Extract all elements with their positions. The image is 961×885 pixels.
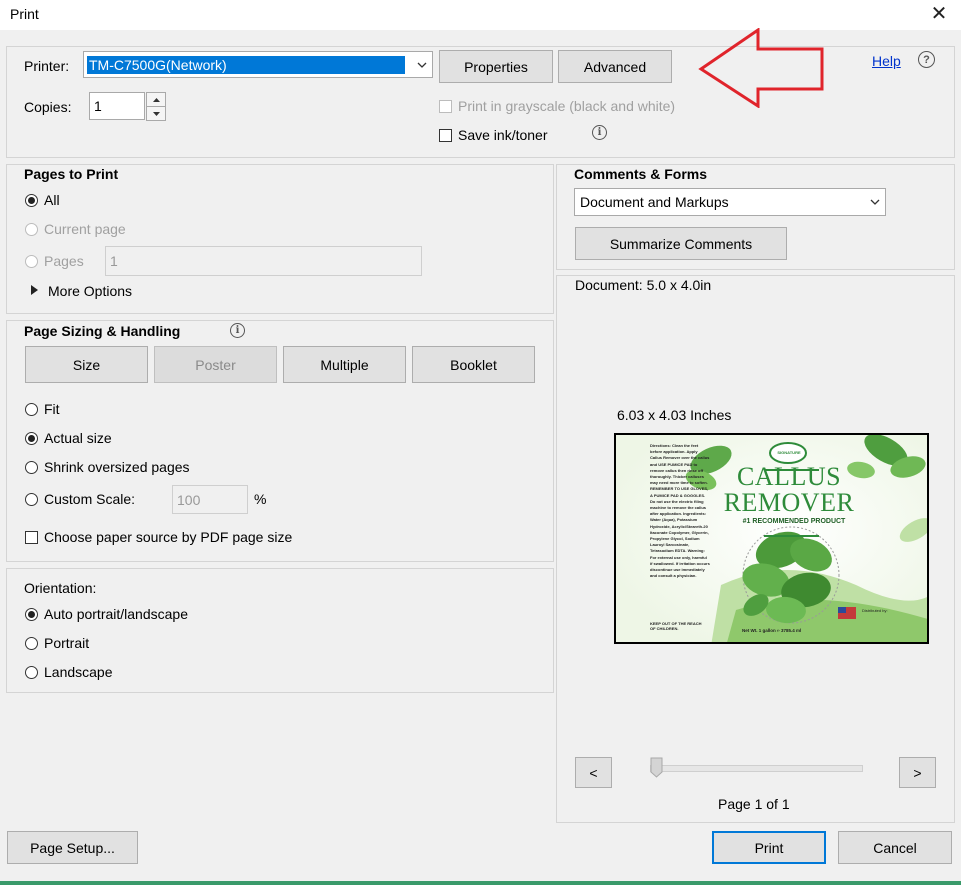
auto-orientation-label: Auto portrait/landscape — [44, 606, 188, 622]
help-icon[interactable]: ? — [918, 51, 935, 68]
current-page-label: Current page — [44, 221, 126, 237]
properties-button[interactable]: Properties — [439, 50, 553, 83]
actual-size-radio[interactable] — [25, 432, 38, 445]
percent-label: % — [254, 491, 267, 507]
print-button[interactable]: Print — [712, 831, 826, 864]
window-bottom-border — [0, 881, 961, 885]
label-title-line1: CALLUS — [736, 462, 842, 491]
paper-source-checkbox[interactable] — [25, 531, 38, 544]
copies-stepper[interactable] — [146, 92, 166, 121]
poster-button[interactable]: Poster — [154, 346, 277, 383]
previous-page-button[interactable]: < — [575, 757, 612, 788]
custom-scale-label: Custom Scale: — [44, 491, 136, 507]
label-keep-out: KEEP OUT OF THE REACH OF CHILDREN. — [650, 621, 702, 631]
grayscale-label: Print in grayscale (black and white) — [458, 98, 676, 114]
pages-to-print-heading: Pages to Print — [24, 166, 119, 182]
fit-radio[interactable] — [25, 403, 38, 416]
label-subtitle: #1 RECOMMENDED PRODUCT — [742, 518, 846, 525]
printer-select-value: TM-C7500G(Network) — [86, 54, 406, 75]
multiple-button[interactable]: Multiple — [283, 346, 406, 383]
pages-label: Pages — [44, 253, 84, 269]
preview-page: SIGNATURE CALLUS REMOVER #1 RECOMMENDED … — [614, 433, 929, 644]
help-link[interactable]: Help — [872, 53, 901, 69]
comments-select[interactable]: Document and Markups — [574, 188, 886, 216]
pages-range-input[interactable]: 1 — [105, 246, 422, 276]
current-page-radio[interactable] — [25, 223, 38, 236]
all-label: All — [44, 192, 60, 208]
arrow-left-icon — [698, 28, 824, 108]
copies-label: Copies: — [24, 99, 72, 115]
label-net-wt: Net Wt. 1 gallon ℮ 3785.4 ml — [742, 628, 802, 633]
save-ink-checkbox[interactable] — [439, 129, 452, 142]
page-size-label: 6.03 x 4.03 Inches — [617, 407, 732, 423]
page-slider-thumb[interactable] — [650, 757, 663, 778]
landscape-label: Landscape — [44, 664, 113, 680]
landscape-radio[interactable] — [25, 666, 38, 679]
window-title: Print — [10, 6, 39, 22]
page-sizing-heading: Page Sizing & Handling — [24, 323, 181, 339]
next-page-button[interactable]: > — [899, 757, 936, 788]
custom-scale-input[interactable]: 100 — [172, 485, 248, 514]
label-logo-text: SIGNATURE — [777, 450, 801, 455]
save-ink-label: Save ink/toner — [458, 127, 548, 143]
portrait-label: Portrait — [44, 635, 90, 651]
stepper-down-icon[interactable] — [146, 107, 166, 121]
info-icon[interactable]: i — [230, 323, 245, 338]
custom-scale-radio[interactable] — [25, 493, 38, 506]
label-directions: Directions: Clean the feet before applic… — [650, 443, 710, 579]
close-icon[interactable]: ✕ — [927, 3, 951, 25]
document-size-label: Document: 5.0 x 4.0in — [575, 277, 712, 293]
paper-source-label: Choose paper source by PDF page size — [44, 529, 293, 545]
chevron-down-icon — [412, 52, 432, 77]
portrait-radio[interactable] — [25, 637, 38, 650]
auto-orientation-radio[interactable] — [25, 608, 38, 621]
copies-field[interactable]: 1 — [89, 92, 145, 120]
summarize-comments-button[interactable]: Summarize Comments — [575, 227, 787, 260]
page-slider-track[interactable] — [650, 765, 863, 772]
advanced-button[interactable]: Advanced — [558, 50, 672, 83]
pages-radio[interactable] — [25, 255, 38, 268]
booklet-button[interactable]: Booklet — [412, 346, 535, 383]
shrink-label: Shrink oversized pages — [44, 459, 190, 475]
title-bar — [0, 0, 961, 30]
page-indicator: Page 1 of 1 — [718, 796, 790, 812]
info-icon[interactable]: i — [592, 125, 607, 140]
triangle-right-icon[interactable] — [31, 285, 39, 295]
stepper-up-icon[interactable] — [146, 92, 166, 107]
comments-select-value: Document and Markups — [580, 194, 729, 210]
cancel-button[interactable]: Cancel — [838, 831, 952, 864]
printer-label: Printer: — [24, 58, 70, 74]
all-radio[interactable] — [25, 194, 38, 207]
label-title-line2: REMOVER — [723, 488, 855, 517]
size-button[interactable]: Size — [25, 346, 148, 383]
fit-label: Fit — [44, 401, 60, 417]
grayscale-checkbox[interactable] — [439, 100, 452, 113]
orientation-heading: Orientation: — [24, 580, 97, 596]
comments-forms-heading: Comments & Forms — [574, 166, 708, 182]
chevron-down-icon — [865, 189, 885, 215]
label-distributed: Distributed by: — [862, 608, 888, 613]
shrink-radio[interactable] — [25, 461, 38, 474]
page-setup-button[interactable]: Page Setup... — [7, 831, 138, 864]
more-options-link[interactable]: More Options — [48, 283, 132, 299]
printer-select[interactable]: TM-C7500G(Network) — [83, 51, 433, 78]
actual-size-label: Actual size — [44, 430, 112, 446]
